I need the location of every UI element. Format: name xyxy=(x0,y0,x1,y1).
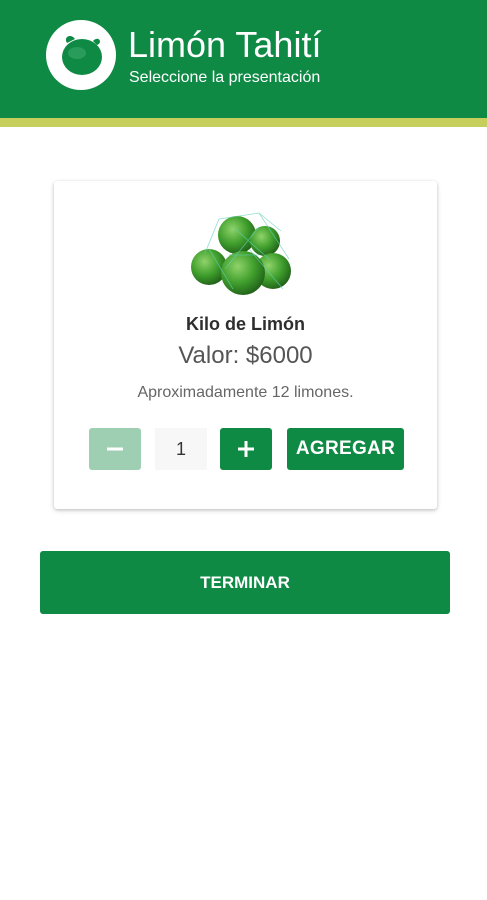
increment-button[interactable] xyxy=(220,428,272,470)
app-bar: Limón Tahití Seleccione la presentación xyxy=(0,0,487,118)
minus-icon xyxy=(107,447,123,451)
app-subtitle: Seleccione la presentación xyxy=(129,69,321,86)
product-price: Valor: $6000 xyxy=(178,342,313,369)
decrement-button[interactable] xyxy=(89,428,141,470)
product-description: Aproximadamente 12 limones. xyxy=(137,384,354,401)
app-title: Limón Tahití xyxy=(128,24,322,65)
finish-button[interactable]: TERMINAR xyxy=(40,551,450,614)
quantity-input[interactable]: 1 xyxy=(155,428,207,470)
lemon-icon xyxy=(62,36,102,75)
logo xyxy=(46,20,116,90)
product-name: Kilo de Limón xyxy=(186,314,305,334)
add-button[interactable]: AGREGAR xyxy=(287,428,404,470)
plus-icon xyxy=(238,441,254,457)
product-image xyxy=(191,212,291,295)
header-stripe xyxy=(0,118,487,127)
product-card: Kilo de Limón Valor: $6000 Aproximadamen… xyxy=(54,181,437,509)
